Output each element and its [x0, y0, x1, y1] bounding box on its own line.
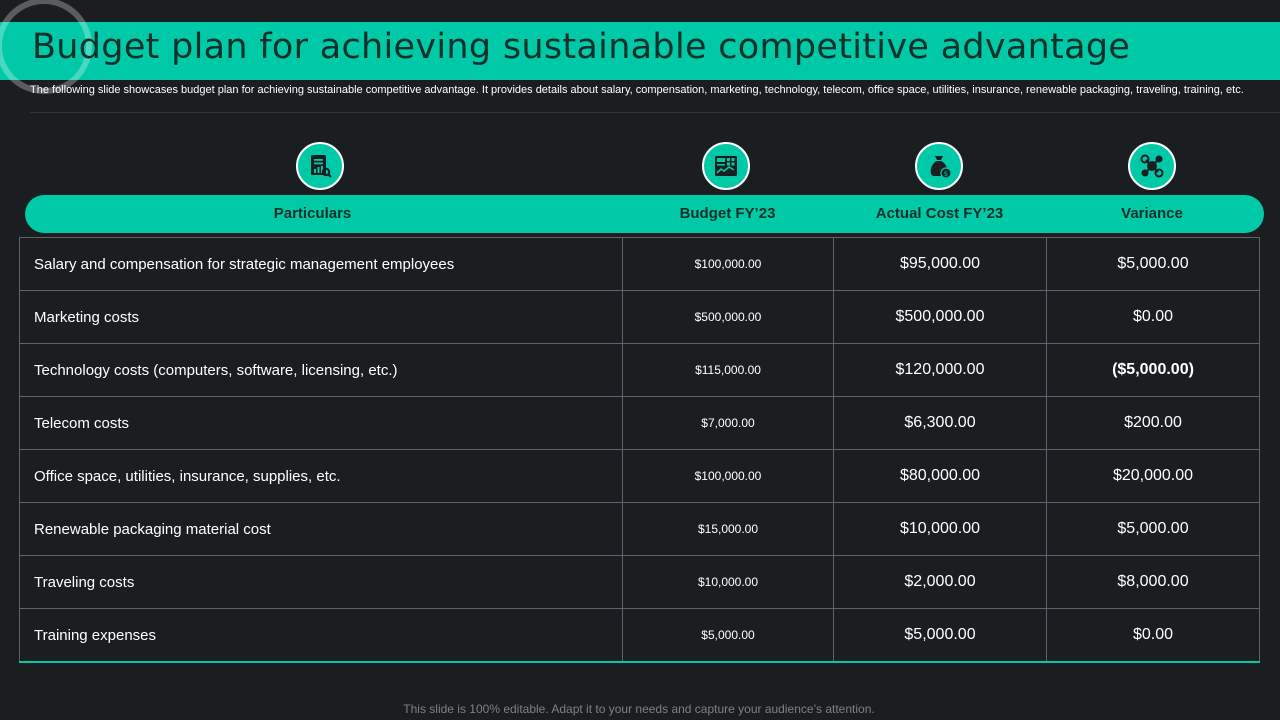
table-row: Traveling costs $10,000.00 $2,000.00 $8,… — [19, 555, 1260, 609]
budget-cell: $15,000.00 — [622, 502, 834, 556]
table-row: Technology costs (computers, software, l… — [19, 343, 1260, 397]
variance-cell: $0.00 — [1046, 290, 1260, 344]
calculator-spreadsheet-icon — [702, 142, 750, 190]
budget-cell: $100,000.00 — [622, 237, 834, 291]
table-header: Particulars Budget FY’23 Actual Cost FY’… — [25, 195, 1264, 233]
particular-cell: Telecom costs — [19, 396, 623, 450]
column-header-budget: Budget FY’23 — [679, 205, 776, 222]
money-bag-icon: $ — [915, 142, 963, 190]
table-row: Training expenses $5,000.00 $5,000.00 $0… — [19, 608, 1260, 663]
actual-cost-cell: $2,000.00 — [833, 555, 1047, 609]
variance-cell: $5,000.00 — [1046, 237, 1260, 291]
svg-text:$: $ — [944, 170, 948, 178]
table-row: Telecom costs $7,000.00 $6,300.00 $200.0… — [19, 396, 1260, 450]
particular-cell: Salary and compensation for strategic ma… — [19, 237, 623, 291]
budget-cell: $5,000.00 — [622, 608, 834, 663]
variance-cell: $8,000.00 — [1046, 555, 1260, 609]
actual-cost-cell: $5,000.00 — [833, 608, 1047, 663]
table-row: Renewable packaging material cost $15,00… — [19, 502, 1260, 556]
page-title: Budget plan for achieving sustainable co… — [32, 27, 1131, 67]
budget-cell: $7,000.00 — [622, 396, 834, 450]
column-header-actual-cost: Actual Cost FY’23 — [875, 205, 1004, 222]
column-header-variance: Variance — [1121, 205, 1183, 222]
table-row: Office space, utilities, insurance, supp… — [19, 449, 1260, 503]
column-header-particulars: Particulars — [273, 205, 352, 222]
particular-cell: Marketing costs — [19, 290, 623, 344]
particular-cell: Training expenses — [19, 608, 623, 663]
footer-note: This slide is 100% editable. Adapt it to… — [403, 702, 875, 716]
budget-cell: $115,000.00 — [622, 343, 834, 397]
actual-cost-cell: $6,300.00 — [833, 396, 1047, 450]
molecule-network-icon — [1128, 142, 1176, 190]
variance-cell: $0.00 — [1046, 608, 1260, 663]
variance-cell: $5,000.00 — [1046, 502, 1260, 556]
table-row: Salary and compensation for strategic ma… — [19, 237, 1260, 291]
budget-cell: $100,000.00 — [622, 449, 834, 503]
divider — [30, 112, 1280, 113]
slide-description: The following slide showcases budget pla… — [30, 84, 1244, 96]
report-document-icon — [296, 142, 344, 190]
particular-cell: Renewable packaging material cost — [19, 502, 623, 556]
actual-cost-cell: $80,000.00 — [833, 449, 1047, 503]
particular-cell: Traveling costs — [19, 555, 623, 609]
budget-cell: $500,000.00 — [622, 290, 834, 344]
actual-cost-cell: $120,000.00 — [833, 343, 1047, 397]
variance-cell: $200.00 — [1046, 396, 1260, 450]
budget-cell: $10,000.00 — [622, 555, 834, 609]
variance-cell: $20,000.00 — [1046, 449, 1260, 503]
budget-table: Salary and compensation for strategic ma… — [19, 237, 1260, 663]
variance-cell: ($5,000.00) — [1046, 343, 1260, 397]
table-row: Marketing costs $500,000.00 $500,000.00 … — [19, 290, 1260, 344]
actual-cost-cell: $500,000.00 — [833, 290, 1047, 344]
particular-cell: Office space, utilities, insurance, supp… — [19, 449, 623, 503]
particular-cell: Technology costs (computers, software, l… — [19, 343, 623, 397]
actual-cost-cell: $95,000.00 — [833, 237, 1047, 291]
actual-cost-cell: $10,000.00 — [833, 502, 1047, 556]
